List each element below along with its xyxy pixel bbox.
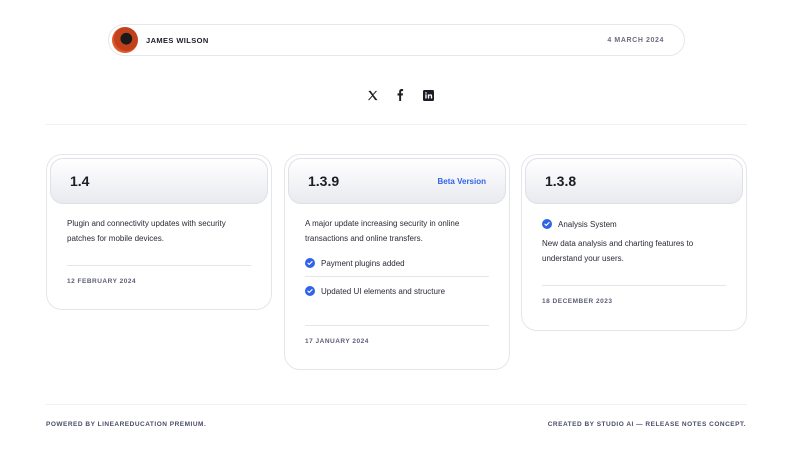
release-card-1-3-9: 1.3.9 Beta Version A major update increa…: [284, 154, 510, 370]
card-header: 1.3.9 Beta Version: [288, 158, 506, 204]
check-circle-icon: [305, 258, 315, 268]
beta-badge: Beta Version: [437, 176, 486, 186]
version-number: 1.3.9: [308, 173, 340, 189]
feature-item: Analysis System: [542, 216, 726, 232]
version-number: 1.3.8: [545, 173, 577, 189]
card-header: 1.4: [50, 158, 268, 204]
item-separator: [305, 276, 489, 277]
publish-date: 4 MARCH 2024: [607, 36, 664, 44]
social-links: [0, 88, 800, 102]
version-number: 1.4: [70, 173, 90, 189]
release-description: A major update increasing security in on…: [305, 219, 460, 243]
check-circle-icon: [305, 286, 315, 296]
card-body: Plugin and connectivity updates with sec…: [50, 204, 268, 285]
author-bar: JAMES WILSON 4 MARCH 2024: [108, 24, 685, 56]
release-description: Plugin and connectivity updates with sec…: [67, 219, 226, 243]
card-separator: [67, 265, 251, 266]
card-header: 1.3.8: [525, 158, 743, 204]
release-date: 17 JANUARY 2024: [305, 338, 369, 345]
release-description: New data analysis and charting features …: [542, 239, 694, 263]
feature-label: Payment plugins added: [321, 258, 405, 268]
card-body: Analysis System New data analysis and ch…: [525, 204, 743, 305]
top-divider: [46, 124, 747, 125]
x-icon[interactable]: [366, 88, 378, 102]
footer-credit-left: POWERED BY LINEAREDUCATION PREMIUM.: [46, 421, 207, 428]
avatar[interactable]: [112, 27, 138, 53]
card-separator: [305, 325, 489, 326]
feature-label: Analysis System: [558, 219, 617, 229]
feature-label: Updated UI elements and structure: [321, 286, 446, 296]
linkedin-icon[interactable]: [422, 88, 434, 102]
author-name[interactable]: JAMES WILSON: [146, 36, 209, 45]
feature-item: Updated UI elements and structure: [305, 283, 489, 299]
feature-item: Payment plugins added: [305, 255, 489, 271]
card-body: A major update increasing security in on…: [288, 204, 506, 345]
card-separator: [542, 285, 726, 286]
release-card-1-3-8: 1.3.8 Analysis System New data analysis …: [521, 154, 747, 331]
check-circle-icon: [542, 219, 552, 229]
release-date: 12 FEBRUARY 2024: [67, 278, 137, 285]
footer-credit-right: CREATED BY STUDIO AI — RELEASE NOTES CON…: [547, 421, 746, 428]
release-card-1-4: 1.4 Plugin and connectivity updates with…: [46, 154, 272, 310]
facebook-icon[interactable]: [394, 88, 406, 102]
bottom-divider: [46, 404, 747, 405]
release-date: 18 DECEMBER 2023: [542, 298, 613, 305]
